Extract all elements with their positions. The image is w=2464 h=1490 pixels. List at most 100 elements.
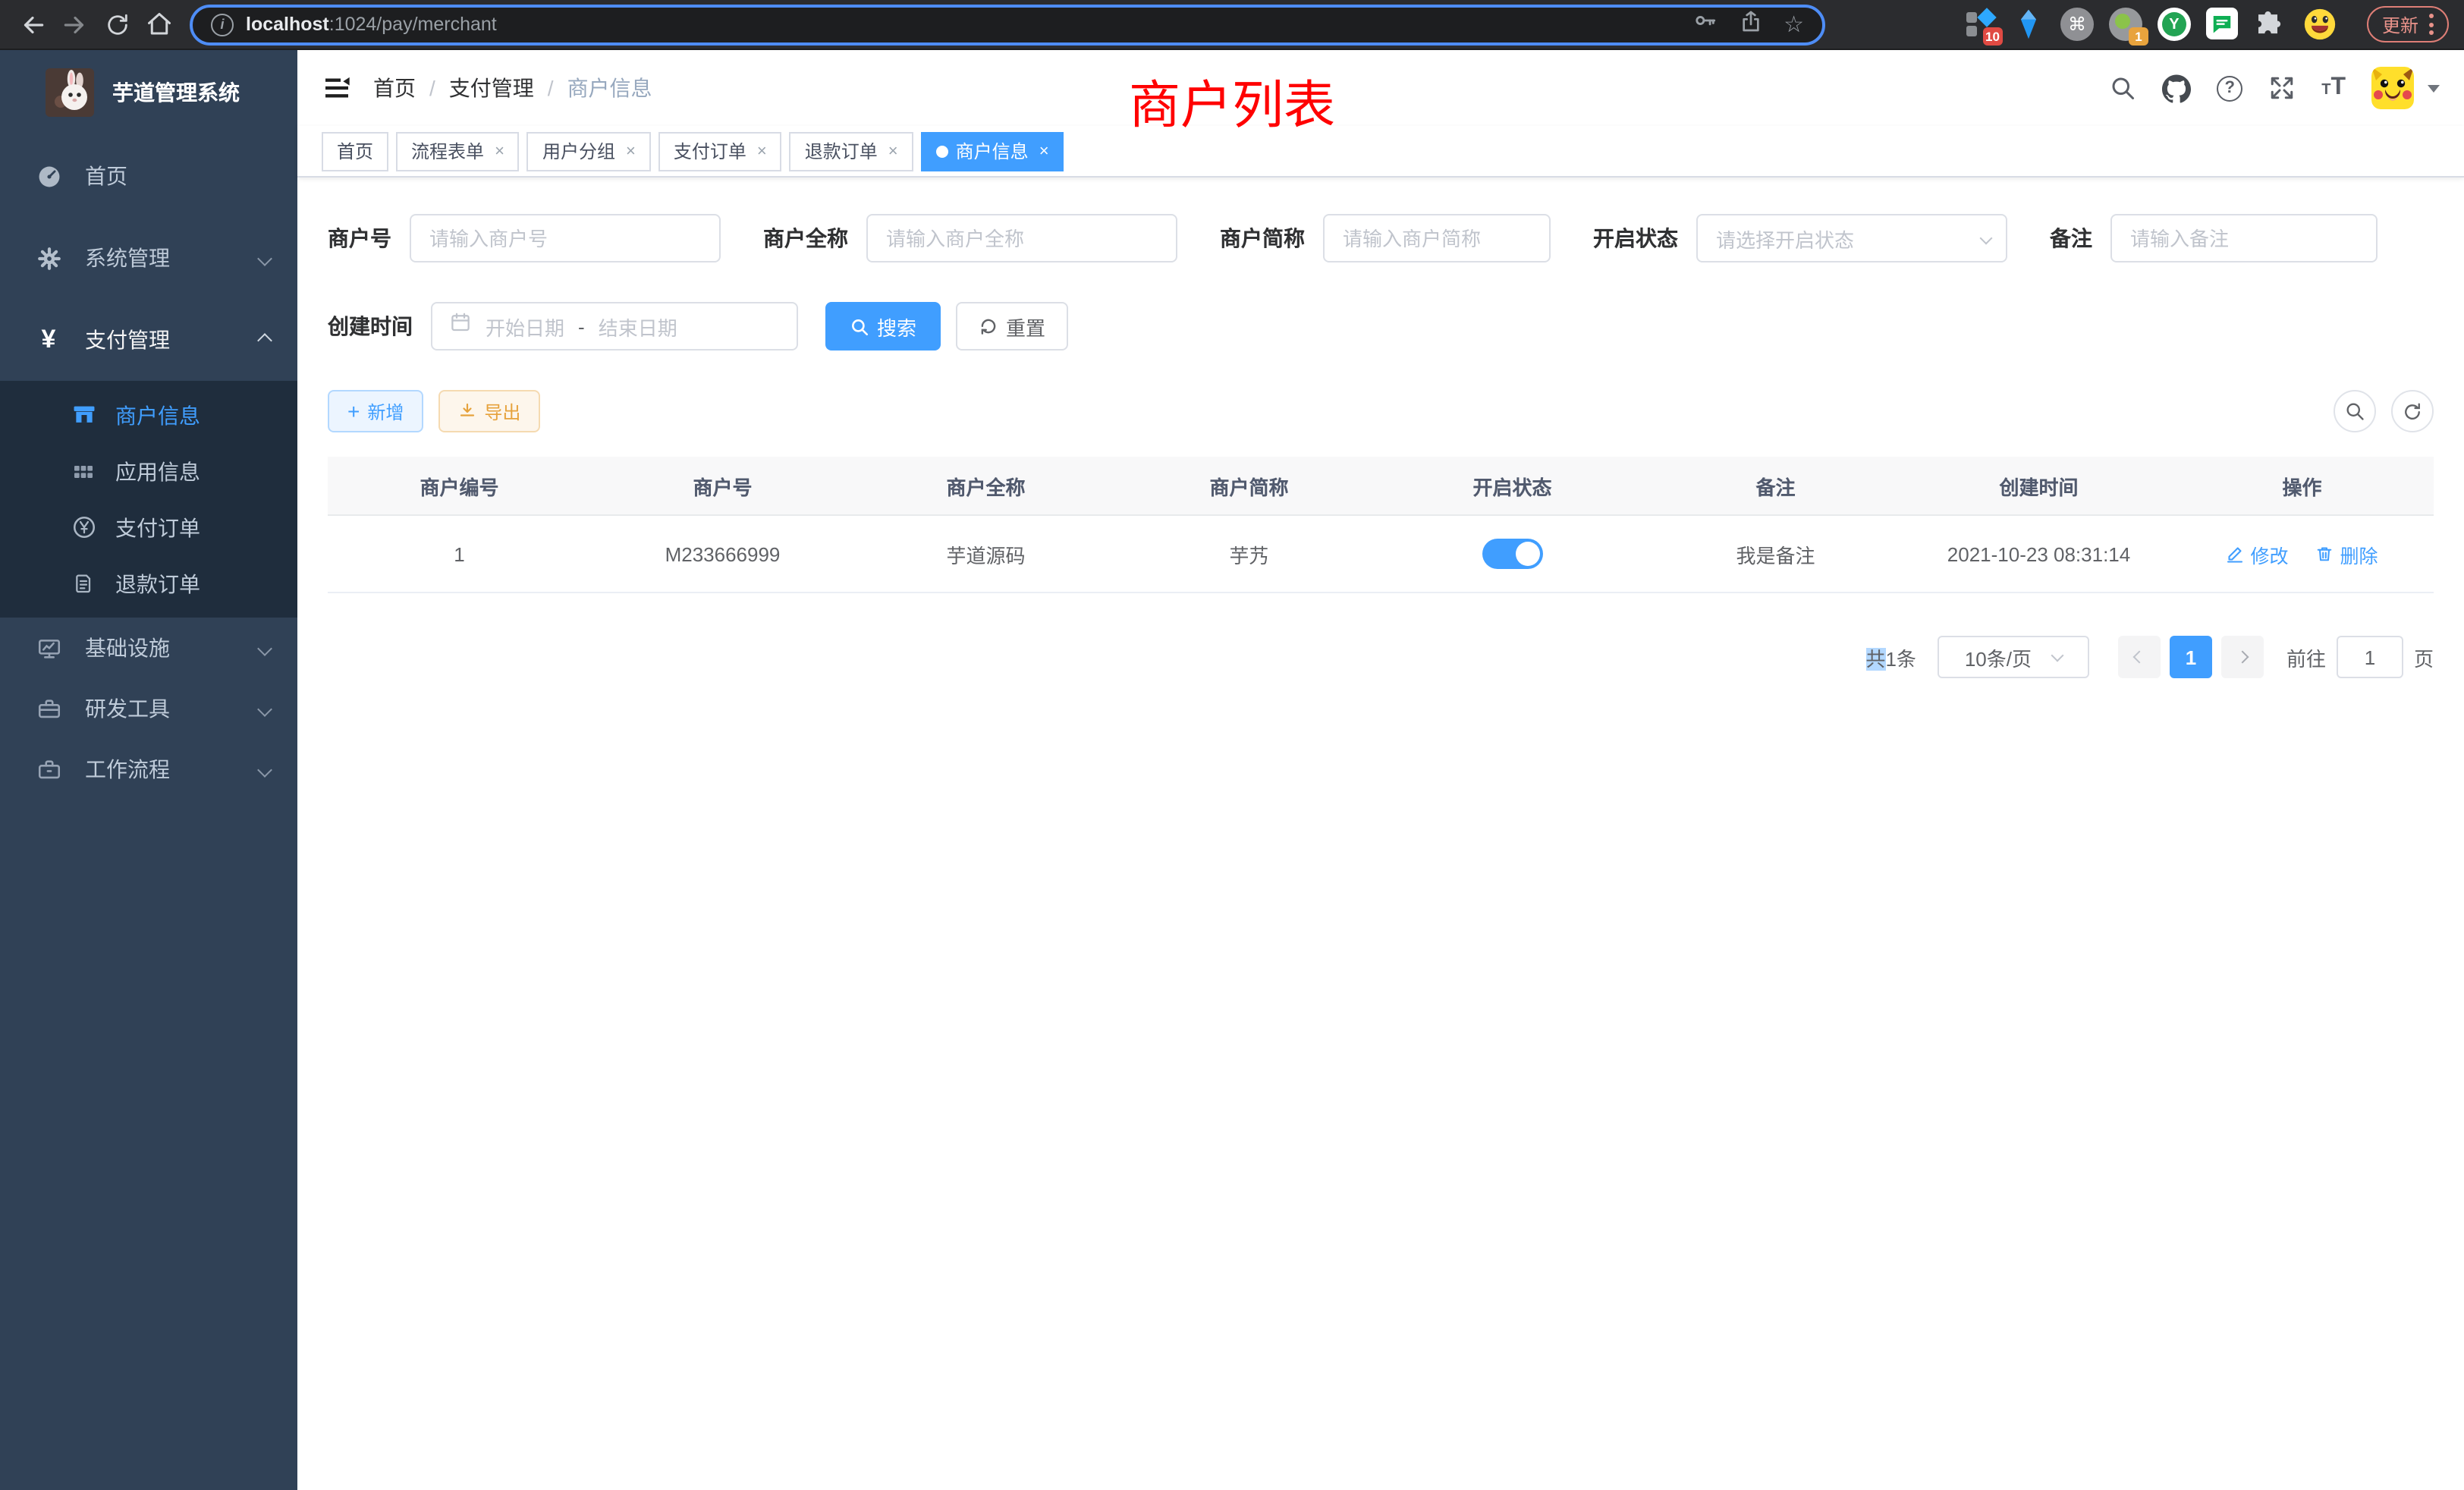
tags-view-bar: 首页 流程表单× 用户分组× 支付订单× 退款订单× 商户信息× [297, 126, 2464, 178]
prev-page-button[interactable] [2118, 636, 2161, 678]
plus-icon: + [347, 401, 360, 422]
goto-page-input[interactable] [2337, 636, 2403, 678]
extensions-puzzle-icon[interactable] [2255, 8, 2288, 41]
search-icon[interactable] [2109, 74, 2136, 102]
close-icon[interactable]: × [495, 142, 504, 160]
share-icon[interactable] [1738, 8, 1762, 40]
close-icon[interactable]: × [626, 142, 636, 160]
browser-update-button[interactable]: 更新 [2367, 6, 2449, 42]
sidebar-item-merchant-info[interactable]: 商户信息 [0, 387, 297, 443]
app-logo[interactable]: 芋道管理系统 [0, 50, 297, 135]
avatar-caret-icon[interactable] [2428, 84, 2440, 92]
fullscreen-icon[interactable] [2268, 74, 2296, 102]
yen-icon: ¥ [30, 325, 67, 355]
short-name-label: 商户简称 [1220, 223, 1305, 253]
short-name-input[interactable] [1323, 214, 1551, 262]
tab-home[interactable]: 首页 [322, 131, 388, 171]
sidebar-item-refund-order[interactable]: 退款订单 [0, 555, 297, 611]
delete-button[interactable]: 删除 [2316, 539, 2378, 568]
sidebar-item-system[interactable]: 系统管理 [0, 217, 297, 299]
forward-icon[interactable] [55, 5, 94, 44]
password-key-icon[interactable] [1691, 8, 1717, 41]
edit-button[interactable]: 修改 [2226, 539, 2288, 568]
github-icon[interactable] [2162, 74, 2191, 102]
document-icon [67, 571, 100, 596]
table-toolbar: + 新增 导出 [328, 390, 2434, 432]
breadcrumb-payment[interactable]: 支付管理 [449, 73, 534, 103]
tab-process-form[interactable]: 流程表单× [396, 131, 520, 171]
sidebar-item-home[interactable]: 首页 [0, 135, 297, 217]
tab-merchant-info[interactable]: 商户信息× [921, 131, 1064, 171]
add-button[interactable]: + 新增 [328, 390, 423, 432]
column-header: 操作 [2170, 457, 2434, 514]
full-name-input[interactable] [866, 214, 1177, 262]
search-button[interactable]: 搜索 [825, 302, 941, 350]
url-path: :1024/pay/merchant [329, 14, 497, 35]
tab-user-group[interactable]: 用户分组× [527, 131, 651, 171]
status-toggle[interactable] [1482, 539, 1543, 569]
reload-icon[interactable] [97, 5, 137, 44]
export-button[interactable]: 导出 [438, 390, 540, 432]
help-icon[interactable]: ? [2217, 75, 2242, 101]
actions-cell: 修改 删除 [2170, 516, 2434, 592]
extension-blocks-icon[interactable]: 10 [1963, 8, 1997, 41]
page-annotation-title: 商户列表 [1129, 64, 1335, 138]
site-info-icon[interactable]: i [211, 13, 234, 36]
app-topbar: 首页 / 支付管理 / 商户信息 ? [297, 50, 2464, 126]
home-icon[interactable] [140, 5, 179, 44]
next-page-button[interactable] [2221, 636, 2264, 678]
extension-command-icon[interactable]: ⌘ [2060, 8, 2094, 41]
extension-y-logo-icon[interactable]: Y [2158, 8, 2191, 41]
sidebar-item-label: 首页 [85, 161, 270, 191]
breadcrumb-home[interactable]: 首页 [373, 73, 416, 103]
date-range-picker[interactable]: 开始日期 - 结束日期 [431, 302, 798, 350]
briefcase-icon [30, 756, 67, 782]
remark-input[interactable] [2110, 214, 2378, 262]
tab-refund-order[interactable]: 退款订单× [790, 131, 913, 171]
url-text[interactable]: localhost:1024/pay/merchant [246, 14, 497, 35]
sidebar-item-pay-order[interactable]: 支付订单 [0, 499, 297, 555]
close-icon[interactable]: × [888, 142, 898, 160]
sidebar-item-label: 研发工具 [85, 693, 259, 724]
status-select[interactable]: 请选择开启状态 [1696, 214, 2007, 262]
page-unit-label: 页 [2414, 643, 2434, 671]
column-header: 备注 [1644, 457, 1907, 514]
sidebar-item-label: 系统管理 [85, 243, 259, 273]
user-avatar[interactable] [2371, 67, 2414, 109]
sidebar-item-app-info[interactable]: 应用信息 [0, 443, 297, 499]
tab-pay-order[interactable]: 支付订单× [658, 131, 782, 171]
toggle-search-icon[interactable] [2334, 390, 2376, 432]
create-time-label: 创建时间 [328, 311, 413, 341]
chevron-up-icon [257, 332, 272, 347]
extension-recorder-icon[interactable]: 1 [2109, 8, 2142, 41]
breadcrumb-separator: / [429, 76, 435, 100]
extension-pin-icon[interactable] [2012, 8, 2045, 41]
sidebar-item-workflow[interactable]: 工作流程 [0, 739, 297, 800]
active-tab-dot [936, 145, 948, 157]
address-bar[interactable]: i localhost:1024/pay/merchant ☆ [190, 4, 1825, 45]
close-icon[interactable]: × [1039, 142, 1049, 160]
page-number-current[interactable]: 1 [2170, 636, 2212, 678]
grid-icon [67, 459, 100, 483]
sidebar-item-payment[interactable]: ¥ 支付管理 [0, 299, 297, 381]
extension-chat-icon[interactable] [2206, 8, 2239, 41]
back-icon[interactable] [12, 5, 52, 44]
profile-avatar-icon[interactable] [2303, 8, 2337, 41]
url-host: localhost [246, 14, 329, 35]
reset-button[interactable]: 重置 [956, 302, 1068, 350]
status-label: 开启状态 [1593, 223, 1678, 253]
refresh-icon[interactable] [2391, 390, 2434, 432]
payment-submenu: 商户信息 应用信息 支付订单 [0, 381, 297, 618]
bookmark-star-icon[interactable]: ☆ [1784, 13, 1804, 36]
merchant-no-input[interactable] [410, 214, 721, 262]
sidebar-item-label: 工作流程 [85, 754, 259, 784]
close-icon[interactable]: × [757, 142, 767, 160]
table-row: 1 M233666999 芋道源码 芋艿 我是备注 2021-10-23 08:… [328, 516, 2434, 593]
font-size-icon[interactable]: TT [2321, 74, 2346, 102]
sidebar-item-dev-tools[interactable]: 研发工具 [0, 678, 297, 739]
browser-menu-icon[interactable] [2429, 14, 2434, 35]
merchant-no-cell: M233666999 [591, 516, 854, 592]
collapse-sidebar-icon[interactable] [322, 73, 352, 103]
page-size-select[interactable]: 10条/页 [1938, 636, 2089, 678]
sidebar-item-infrastructure[interactable]: 基础设施 [0, 618, 297, 678]
